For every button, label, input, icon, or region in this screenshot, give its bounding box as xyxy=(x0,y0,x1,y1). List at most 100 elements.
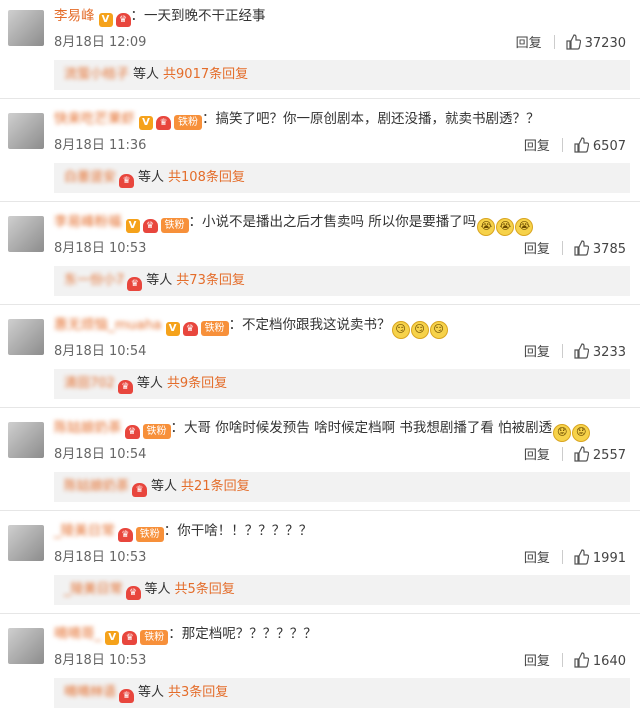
like-button[interactable]: 2557 xyxy=(573,446,626,463)
reply-button[interactable]: 回复 xyxy=(516,35,542,53)
action-divider xyxy=(561,138,563,152)
comment-username[interactable]: 陈姑娘奶茶 xyxy=(54,420,122,436)
replies-summary[interactable]: 清田702 ♛ 等人 共9条回复 xyxy=(54,369,630,399)
comment-username[interactable]: 快来吃芒果虾 xyxy=(54,111,135,127)
like-button[interactable]: 1991 xyxy=(573,549,626,566)
vip-crown-icon: ♛ xyxy=(182,322,198,336)
reply-count-link[interactable]: 共5条回复 xyxy=(175,582,235,597)
reply-count-link[interactable]: 共73条回复 xyxy=(176,273,245,288)
emoji-icon: 😭 xyxy=(496,218,515,236)
tiefen-badge: 铁粉 xyxy=(140,630,169,645)
vip-crown-icon: ♛ xyxy=(119,689,135,703)
reply-username[interactable]: 东一份小7 xyxy=(64,273,124,288)
reply-count-link[interactable]: 共3条回复 xyxy=(168,685,228,700)
replies-summary[interactable]: 流萤小桔子 等人 共9017条回复 xyxy=(54,60,630,90)
avatar[interactable] xyxy=(8,628,44,664)
comment-time: 8月18日 10:53 xyxy=(54,241,147,256)
emoji-icon: 😭 xyxy=(477,218,496,236)
vip-crown-icon: ♛ xyxy=(122,631,138,645)
like-button[interactable]: 1640 xyxy=(573,652,626,669)
reply-suffix: 等人 xyxy=(138,170,165,185)
comment-text: ：大哥 你啥时候发预告 啥时候定档啊 书我想剧播了看 怕被剧透 xyxy=(170,420,553,436)
emoji-icon: 😟 xyxy=(553,424,572,442)
comment-text: ：小说不是播出之后才售卖吗 所以你是要播了吗 xyxy=(188,214,477,230)
replies-summary[interactable]: 白墨竖安 ♛ 等人 共108条回复 xyxy=(54,163,630,193)
comment-time: 8月18日 10:54 xyxy=(54,447,147,462)
replies-summary[interactable]: 东一份小7 ♛ 等人 共73条回复 xyxy=(54,266,630,296)
reply-count-link[interactable]: 共108条回复 xyxy=(168,170,245,185)
emoji-icon: 😏 xyxy=(391,321,410,339)
vip-crown-icon: ♛ xyxy=(117,380,133,394)
comment-username[interactable]: 李易峰粉福 xyxy=(54,214,122,230)
comment-actions: 回复 6507 xyxy=(524,137,626,156)
reply-count-link[interactable]: 共9017条回复 xyxy=(163,67,248,82)
action-divider xyxy=(561,550,563,564)
avatar[interactable] xyxy=(8,113,44,149)
comment-body: 嘀嘀哥_ V ♛ 铁粉 ：那定档呢？？？？？？ xyxy=(54,624,317,645)
action-divider xyxy=(561,447,563,461)
comment-text: ：搞笑了吧？你一原创剧本，剧还没播，就卖书剧透？？ xyxy=(202,111,540,127)
avatar[interactable] xyxy=(8,319,44,355)
emoji-icon: 😏 xyxy=(410,321,429,339)
comment-time: 8月18日 10:54 xyxy=(54,344,147,359)
reply-suffix: 等人 xyxy=(146,273,173,288)
comment-divider xyxy=(0,613,640,614)
comment-divider xyxy=(0,304,640,305)
comment-body: 李易峰粉福 V ♛ 铁粉 ：小说不是播出之后才售卖吗 所以你是要播了吗 😭 😭 😭 xyxy=(54,212,534,236)
reply-count-link[interactable]: 共9条回复 xyxy=(167,376,227,391)
comment-username[interactable]: 李易峰 xyxy=(54,8,95,24)
emoji-icon: 😏 xyxy=(429,321,448,339)
avatar[interactable] xyxy=(8,10,44,46)
reply-button[interactable]: 回复 xyxy=(524,550,550,568)
tiefen-badge: 铁粉 xyxy=(200,321,229,336)
comment-username[interactable]: 惠无烦恼_muaha xyxy=(54,317,162,333)
comment-divider xyxy=(0,407,640,408)
reply-suffix: 等人 xyxy=(136,376,163,391)
reply-button[interactable]: 回复 xyxy=(524,344,550,362)
reply-button[interactable]: 回复 xyxy=(524,138,550,156)
thumbs-up-icon xyxy=(574,343,589,359)
reply-username[interactable]: _陵美日常 xyxy=(64,582,123,597)
thumbs-up-icon xyxy=(574,446,589,462)
like-button[interactable]: 3785 xyxy=(573,240,626,257)
action-divider xyxy=(553,35,555,49)
reply-username[interactable]: 清田702 xyxy=(64,376,115,391)
reply-username[interactable]: 流萤小桔子 xyxy=(64,67,129,82)
avatar[interactable] xyxy=(8,525,44,561)
verified-badge-icon: V xyxy=(98,13,113,27)
vip-crown-icon: ♛ xyxy=(156,116,171,130)
reply-button[interactable]: 回复 xyxy=(524,653,550,671)
verified-badge-icon: V xyxy=(139,116,153,130)
like-button[interactable]: 37230 xyxy=(565,34,626,51)
reply-button[interactable]: 回复 xyxy=(524,447,550,465)
reply-suffix: 等人 xyxy=(151,479,178,494)
comment-text: ：那定档呢？？？？？？ xyxy=(168,626,317,642)
emoji-icon: 😭 xyxy=(515,218,534,236)
reply-button[interactable]: 回复 xyxy=(524,241,550,259)
vip-crown-icon: ♛ xyxy=(142,219,158,233)
comment-time: 8月18日 11:36 xyxy=(54,138,147,153)
comment-username[interactable]: 嘀嘀哥_ xyxy=(54,626,101,642)
like-button[interactable]: 3233 xyxy=(573,343,626,360)
like-button[interactable]: 6507 xyxy=(573,137,626,154)
replies-summary[interactable]: _陵美日常 ♛ 等人 共5条回复 xyxy=(54,575,630,605)
reply-count-link[interactable]: 共21条回复 xyxy=(181,479,250,494)
avatar[interactable] xyxy=(8,422,44,458)
comment-text: ：一天到晚不干正经事 xyxy=(130,8,266,24)
reply-username[interactable]: 白墨竖安 xyxy=(64,170,116,185)
avatar[interactable] xyxy=(8,216,44,252)
reply-username[interactable]: 嘀嘀林语 xyxy=(64,685,116,700)
comment-username[interactable]: _陵美日常 xyxy=(54,523,115,539)
replies-summary[interactable]: 陈姑娘奶茶 ♛ 等人 共21条回复 xyxy=(54,472,630,502)
emoji-icon: 😟 xyxy=(572,424,591,442)
like-count: 2557 xyxy=(592,448,626,463)
reply-username[interactable]: 陈姑娘奶茶 xyxy=(64,479,129,494)
like-count: 1640 xyxy=(592,654,626,669)
action-divider xyxy=(561,344,563,358)
replies-summary[interactable]: 嘀嘀林语 ♛ 等人 共3条回复 xyxy=(54,678,630,708)
verified-badge-icon: V xyxy=(165,322,180,336)
comment-time: 8月18日 12:09 xyxy=(54,35,147,50)
comment-text: ：不定档你跟我这说卖书？ xyxy=(228,317,391,333)
comment-actions: 回复 2557 xyxy=(524,446,626,465)
action-divider xyxy=(561,241,563,255)
